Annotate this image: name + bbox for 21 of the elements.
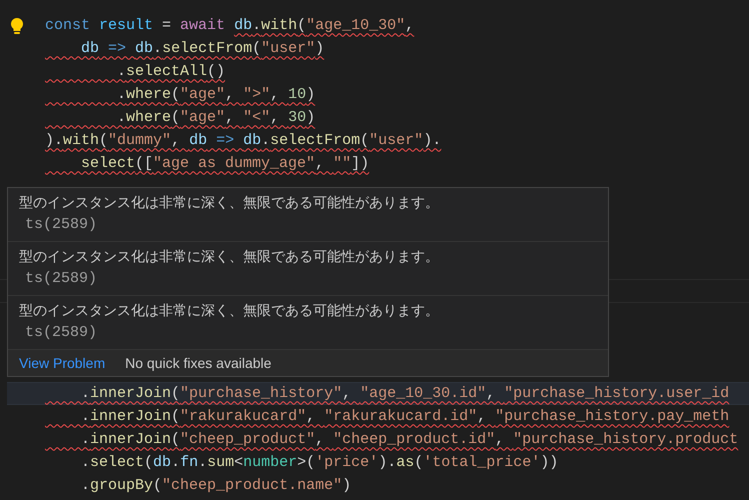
code-line: const result = await db.with("age_10_30", [45,16,414,36]
lightbulb-icon[interactable] [9,16,25,34]
error-code: ts(2589) [24,269,98,289]
code-line: select(["age as dummy_age", ""]) [80,154,370,174]
quick-fix-note: No quick fixes available [125,355,272,371]
problem-message: 型のインスタンス化は非常に深く、無限である可能性があります。 [19,248,440,267]
code-line: db => db.selectFrom("user") [80,38,324,58]
error-code: ts(2589) [24,323,98,343]
code-line: .groupBy("cheep_product.name") [80,476,352,496]
code-line: .innerJoin("cheep_product", "cheep_product.id", "purchase_history.product [80,430,738,450]
code-line: ).with("dummy", db => db.selectFrom("user"). [45,130,442,150]
code-line: .select(db.fn.sum<number>('price').as('total_price')) [80,452,558,472]
problem-message: 型のインスタンス化は非常に深く、無限である可能性があります。 [19,194,440,213]
problem-message: 型のインスタンス化は非常に深く、無限である可能性があります。 [19,302,440,321]
code-line: .innerJoin("rakurakucard", "rakurakucard.id", "purchase_history.pay_meth [80,406,730,426]
view-problem-link[interactable]: View Problem [19,355,106,371]
error-code: ts(2589) [24,215,98,235]
code-line: .selectAll() [116,62,226,82]
code-line: .innerJoin("purchase_history", "age_10_30.id", "purchase_history.user_id [80,384,730,404]
code-line: .where("age", ">", 10) [116,84,316,104]
code-line: .where("age", "<", 30) [116,108,316,128]
